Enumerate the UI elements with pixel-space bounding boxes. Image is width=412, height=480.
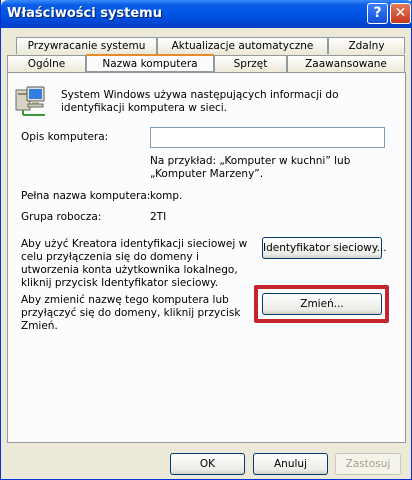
tab-remote[interactable]: Zdalny [328,37,405,54]
change-description: Aby zmienić nazwę tego komputera lub prz… [21,294,241,332]
ok-button[interactable]: OK [170,453,245,475]
change-button-highlight [254,285,389,323]
apply-button: Zastosuj [335,453,401,475]
help-button[interactable]: ? [367,3,388,24]
tab-computer-name[interactable]: Nazwa komputera [86,54,214,72]
workgroup-value: 2TI [150,211,167,223]
tab-system-restore[interactable]: Przywracanie systemu [16,37,157,54]
close-button[interactable]: ✕ [390,3,411,24]
workgroup-label: Grupa robocza: [21,211,102,223]
tab-hardware[interactable]: Sprzęt [214,55,287,72]
full-computer-name-label: Pełna nazwa komputera: [21,190,151,202]
intro-text: System Windows używa następujących infor… [61,89,339,114]
tab-advanced[interactable]: Zaawansowane [287,55,405,72]
network-id-description: Aby użyć Kreatora identyfikacji sieciowe… [21,238,248,289]
network-id-button[interactable]: Identyfikator sieciowy... [262,237,387,259]
full-computer-name-value: komp. [150,190,183,202]
window-title: Właściwości systemu [7,6,162,21]
cancel-button[interactable]: Anuluj [253,453,328,475]
computer-description-label: Opis komputera: [21,131,108,144]
tab-automatic-updates[interactable]: Aktualizacje automatyczne [157,37,328,54]
description-example-text: Na przykład: „Komputer w kuchni” lub „Ko… [150,155,351,180]
computer-description-input[interactable] [150,127,385,148]
tab-general[interactable]: Ogólne [7,55,86,72]
system-properties-dialog: Właściwości systemu ? ✕ Przywracanie sys… [0,0,412,480]
computer-network-icon [15,86,45,116]
computer-description-label-text: Opis komputera: [21,131,109,143]
title-bar[interactable]: Właściwości systemu ? ✕ [1,0,412,28]
